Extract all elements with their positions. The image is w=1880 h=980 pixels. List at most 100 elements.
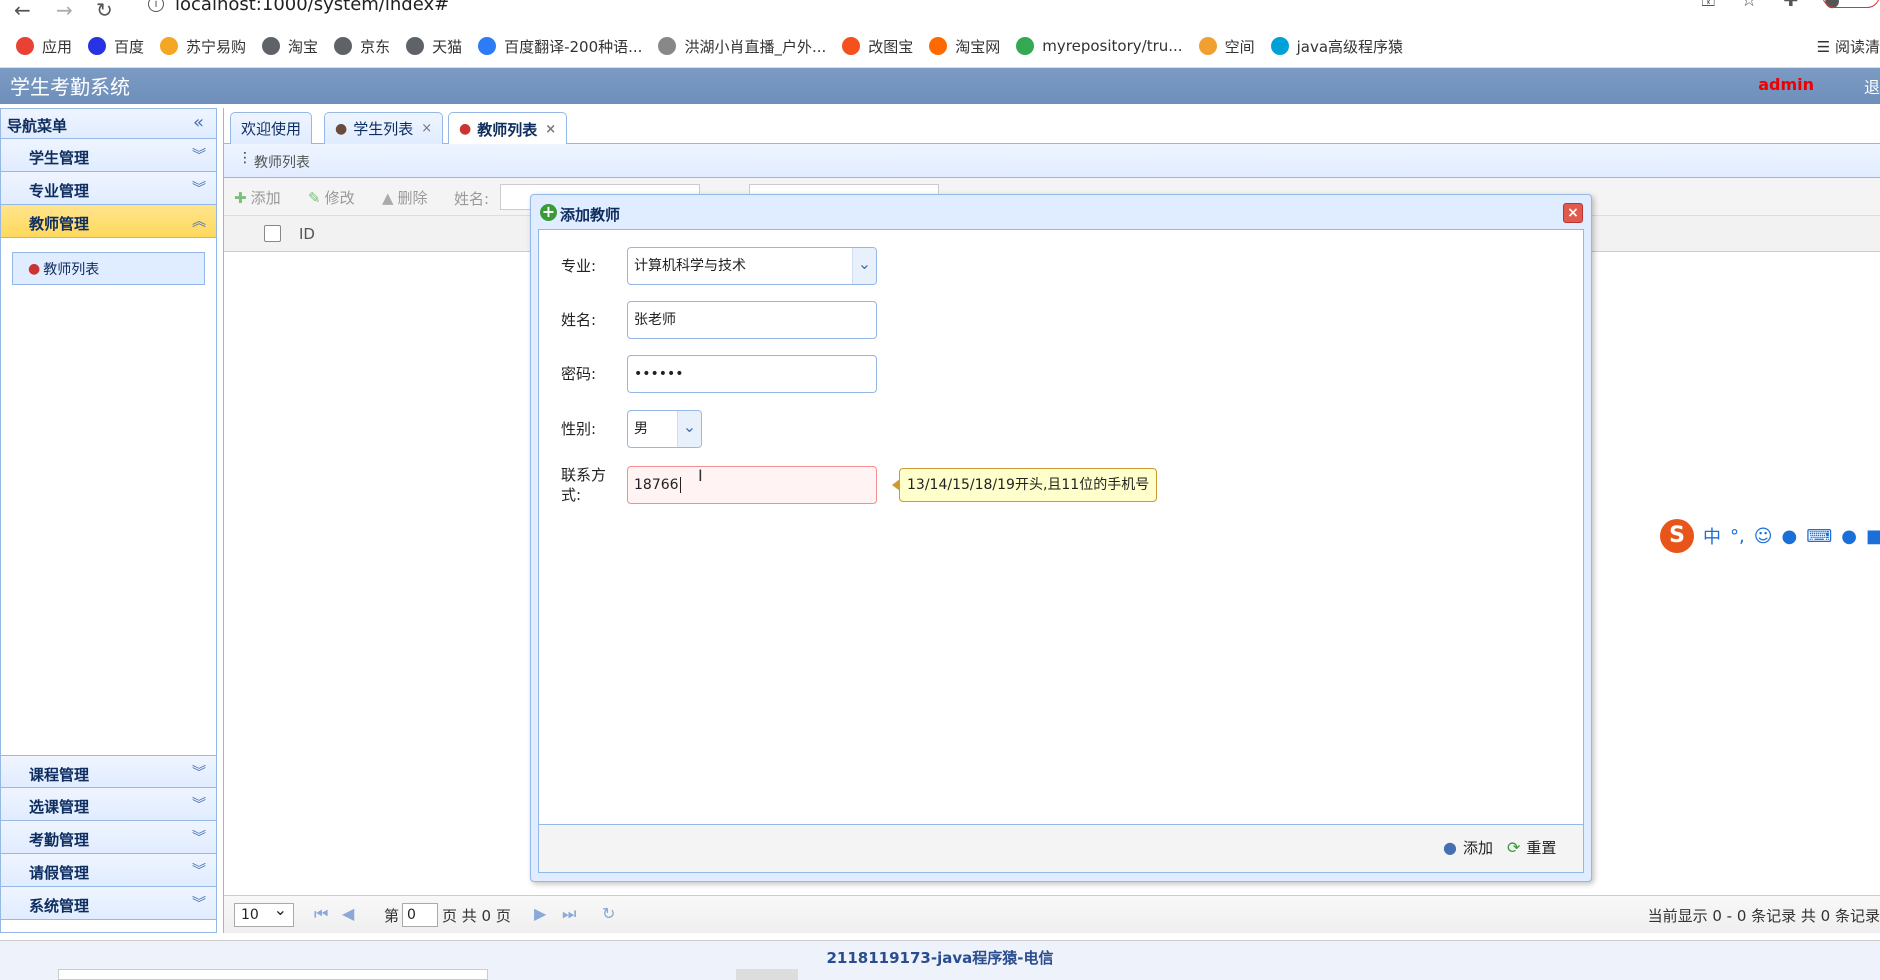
- ime-mode[interactable]: 中: [1703, 523, 1721, 549]
- app-title: 学生考勤系统: [10, 75, 130, 99]
- collapse-double-left-icon[interactable]: «: [193, 112, 204, 133]
- major-select[interactable]: 计算机科学与技术 ⌄: [627, 247, 877, 285]
- bookmark-item[interactable]: 淘宝网: [929, 36, 1000, 57]
- password-input[interactable]: ••••••: [627, 355, 877, 393]
- ime-skin-icon[interactable]: ■: [1866, 526, 1880, 547]
- sidebar-section-course[interactable]: 课程管理 ︾: [1, 755, 216, 788]
- major-value: 计算机科学与技术: [634, 258, 746, 274]
- bookmark-item[interactable]: 百度翻译-200种语...: [478, 36, 642, 57]
- record-summary: 当前显示 0 - 0 条记录 共 0 条记录: [1647, 907, 1880, 925]
- key-icon[interactable]: ⚿: [1701, 0, 1715, 11]
- suning-icon: [160, 37, 179, 55]
- ime-user-icon[interactable]: ●: [1841, 526, 1857, 547]
- dialog-close-button[interactable]: ×: [1563, 203, 1583, 223]
- update-button[interactable]: 更新: [1822, 0, 1880, 8]
- edit-button[interactable]: ✎ 修改: [308, 187, 355, 208]
- sidebar-section-major[interactable]: 专业管理 ︾: [1, 172, 216, 205]
- page-size-select[interactable]: 10: [234, 899, 294, 927]
- dialog-add-button[interactable]: ● 添加: [1443, 837, 1493, 858]
- section-label: 专业管理: [29, 182, 90, 200]
- taskbar-fragment: [736, 969, 798, 980]
- first-page-icon[interactable]: ⏮: [314, 904, 328, 924]
- bookmark-item[interactable]: 京东: [334, 36, 390, 57]
- qzone-icon: [1198, 37, 1217, 55]
- bookmark-label: 空间: [1224, 37, 1255, 56]
- add-plus-icon: ✚: [234, 188, 247, 207]
- tab-label: 欢迎使用: [241, 120, 302, 138]
- bookmark-item[interactable]: 天猫: [406, 36, 462, 57]
- text-caret: [679, 477, 681, 493]
- logout-link[interactable]: 退: [1864, 74, 1880, 98]
- bookmark-item[interactable]: myrepository/tru...: [1016, 37, 1183, 55]
- dialog-reset-button[interactable]: ⟳ 重置: [1507, 837, 1556, 858]
- bookmark-item[interactable]: 淘宝: [262, 36, 318, 57]
- phone-value: 18766: [634, 477, 679, 493]
- bookmark-item[interactable]: 改图宝: [842, 36, 913, 57]
- sidebar-section-system[interactable]: 系统管理 ︾: [1, 887, 216, 920]
- chevron-down-icon[interactable]: ⌄: [852, 248, 876, 284]
- section-label: 请假管理: [29, 864, 90, 882]
- phone-input[interactable]: 18766: [627, 466, 877, 504]
- microphone-icon[interactable]: ●: [1782, 526, 1798, 547]
- star-icon[interactable]: ☆: [1741, 0, 1757, 11]
- bookmark-item[interactable]: 应用: [16, 36, 72, 57]
- sidebar-section-attendance[interactable]: 考勤管理 ︾: [1, 821, 216, 854]
- tab-teacher-list[interactable]: ● 教师列表 ×: [448, 112, 568, 145]
- bookmark-item[interactable]: 百度: [88, 36, 144, 57]
- tab-welcome[interactable]: 欢迎使用: [230, 112, 313, 144]
- bookmark-item[interactable]: java高级程序猿: [1270, 36, 1403, 57]
- column-id[interactable]: ID: [299, 225, 315, 243]
- refresh-icon[interactable]: ↻: [602, 904, 615, 923]
- ime-punct[interactable]: °,: [1730, 526, 1745, 547]
- double-chevron-up-icon: ︽: [192, 214, 206, 230]
- validation-tooltip: 13/14/15/18/19开头,且11位的手机号: [891, 468, 1158, 502]
- bookmark-label: 淘宝网: [955, 37, 1001, 56]
- sidebar-section-student[interactable]: 学生管理 ︾: [1, 139, 216, 172]
- sogou-logo-icon[interactable]: S: [1660, 519, 1694, 553]
- name-input[interactable]: 张老师: [627, 301, 877, 339]
- forward-arrow-icon[interactable]: →: [56, 0, 73, 22]
- user-add-icon: ●: [1443, 838, 1457, 857]
- page-number-input[interactable]: 0: [402, 903, 438, 927]
- add-plus-icon: +: [540, 202, 557, 221]
- gender-select[interactable]: 男 ⌄: [627, 410, 702, 448]
- reload-icon[interactable]: ↻: [96, 0, 113, 22]
- current-user: admin: [1758, 75, 1814, 94]
- sidebar-section-teacher[interactable]: 教师管理 ︽: [1, 205, 216, 238]
- double-chevron-down-icon: ︾: [192, 797, 206, 813]
- back-arrow-icon[interactable]: ←: [14, 0, 31, 22]
- bookmark-item[interactable]: 空间: [1198, 36, 1255, 57]
- keyboard-icon[interactable]: ⌨: [1806, 526, 1832, 547]
- section-label: 学生管理: [29, 149, 90, 167]
- emoji-icon[interactable]: ☺: [1754, 526, 1773, 547]
- add-button[interactable]: ✚ 添加: [234, 187, 281, 208]
- dialog-footer: ● 添加 ⟳ 重置: [538, 825, 1584, 873]
- gender-value: 男: [634, 421, 648, 437]
- close-icon[interactable]: ×: [545, 122, 556, 137]
- extensions-icon[interactable]: ✚: [1783, 0, 1798, 11]
- reset-arrows-icon: ⟳: [1507, 838, 1521, 857]
- teacher-user-icon: ●: [459, 121, 472, 137]
- sidebar-item-teacher-list[interactable]: ● 教师列表: [12, 252, 205, 285]
- site-info-icon[interactable]: i: [148, 0, 164, 12]
- chevron-down-icon[interactable]: ⌄: [677, 411, 701, 447]
- next-page-icon[interactable]: ▶: [534, 904, 546, 923]
- tab-student-list[interactable]: ● 学生列表 ×: [324, 112, 444, 144]
- bookmark-label: myrepository/tru...: [1042, 37, 1183, 55]
- bookmark-item[interactable]: 洪湖小肖直播_户外...: [658, 36, 826, 57]
- select-all-checkbox[interactable]: [264, 225, 281, 242]
- bookmark-item[interactable]: 苏宁易购: [160, 36, 246, 57]
- close-icon[interactable]: ×: [421, 121, 432, 136]
- address-bar[interactable]: localhost:1000/system/index#: [175, 0, 449, 15]
- sidebar-section-leave[interactable]: 请假管理 ︾: [1, 854, 216, 887]
- name-value: 张老师: [634, 312, 676, 328]
- reading-list-button[interactable]: ☰ 阅读清: [1817, 36, 1880, 57]
- last-page-icon[interactable]: ⏭: [562, 904, 576, 924]
- prev-page-icon[interactable]: ◀: [342, 904, 354, 923]
- password-label: 密码:: [561, 365, 597, 383]
- panel-header: ⋮ 教师列表: [224, 144, 1880, 178]
- reading-list-label: 阅读清: [1834, 38, 1880, 56]
- sidebar-section-selection[interactable]: 选课管理 ︾: [1, 788, 216, 821]
- tab-bar: 欢迎使用 ● 学生列表 × ● 教师列表 ×: [224, 108, 1880, 145]
- delete-button[interactable]: ▲ 删除: [382, 187, 428, 208]
